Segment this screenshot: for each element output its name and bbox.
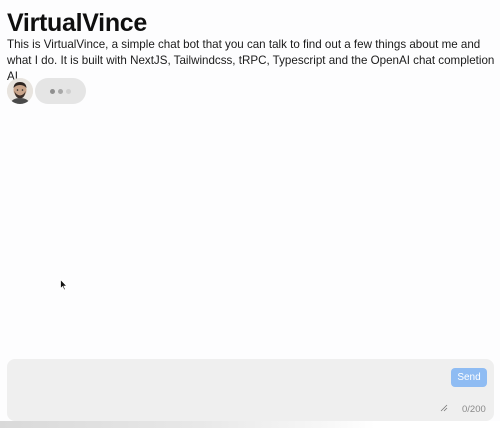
typing-dot-icon (66, 88, 71, 94)
message-composer: Send 0/200 (7, 359, 494, 421)
resize-handle-icon[interactable] (440, 404, 448, 412)
mouse-pointer-icon (60, 279, 68, 291)
avatar-photo-icon (7, 78, 33, 104)
send-button[interactable]: Send (451, 368, 487, 387)
chat-message-row (7, 78, 86, 104)
typing-indicator (35, 78, 86, 104)
bottom-divider (0, 421, 500, 428)
typing-dot-icon (50, 88, 55, 94)
bot-avatar (7, 78, 33, 104)
page-title: VirtualVince (7, 9, 147, 37)
character-counter: 0/200 (462, 404, 486, 415)
typing-dot-icon (58, 88, 63, 94)
message-input[interactable] (7, 359, 437, 421)
